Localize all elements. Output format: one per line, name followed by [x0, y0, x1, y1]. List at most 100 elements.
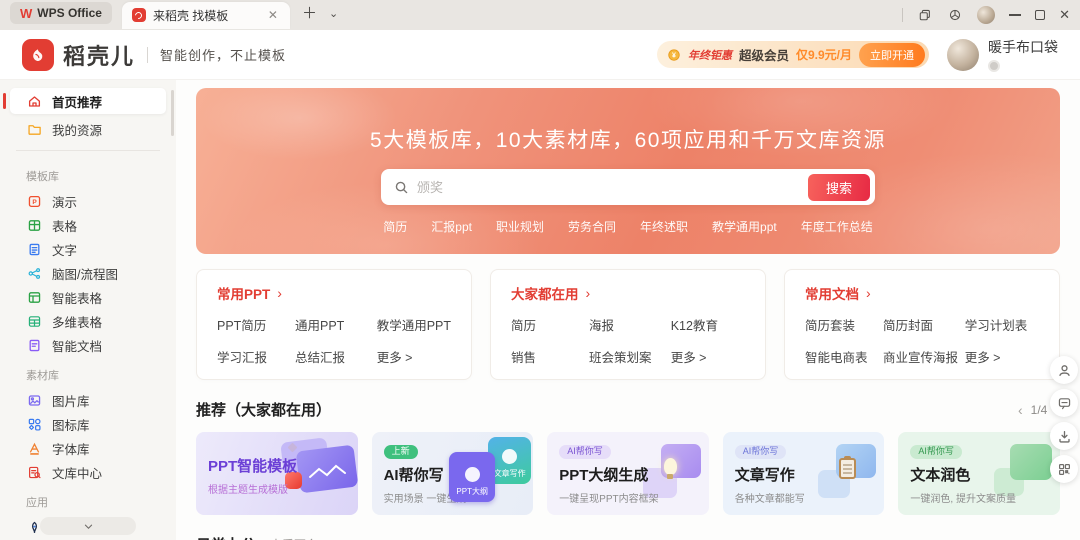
floating-toolbar: [1050, 356, 1078, 483]
new-tab-button[interactable]: ＋: [302, 0, 317, 29]
pager-prev-icon[interactable]: ‹: [1018, 402, 1023, 418]
chevron-right-icon: ›: [277, 285, 282, 301]
svg-text:¥: ¥: [672, 52, 676, 59]
recommend-title: 推荐（大家都在用）: [196, 399, 331, 420]
feedback-icon: [1057, 396, 1072, 411]
sidebar-item-multi-sheet[interactable]: 多维表格: [10, 310, 166, 333]
category-link[interactable]: 总结汇报: [295, 347, 377, 366]
hot-word[interactable]: 职业规划: [496, 218, 544, 235]
category-link[interactable]: 智能电商表: [805, 347, 883, 366]
card-text-polish[interactable]: AI帮你写 文本润色 一键润色, 提升文案质量: [898, 432, 1060, 515]
sidebar-item-font-library[interactable]: 字体库: [10, 437, 166, 460]
tab-close-icon[interactable]: ✕: [266, 8, 280, 22]
user-account[interactable]: 暖手布口袋: [947, 37, 1058, 72]
pager-prev-icon[interactable]: ‹: [1018, 537, 1023, 540]
quick-card-common-docs: 常用文档 › 简历套装 简历封面 学习计划表 智能电商表 商业宣传海报 更多 >: [784, 269, 1060, 380]
pager-next-icon[interactable]: ›: [1055, 537, 1060, 540]
feedback-button[interactable]: [1050, 389, 1078, 417]
card-ai-write[interactable]: 上新 AI帮你写 实用场景 一键生成 文章写作 PPT大纲: [372, 432, 534, 515]
category-link[interactable]: 海报: [589, 315, 671, 334]
sidebar-item-spreadsheet[interactable]: 表格: [10, 214, 166, 237]
category-link[interactable]: 通用PPT: [295, 315, 377, 334]
download-button[interactable]: [1050, 422, 1078, 450]
category-link[interactable]: PPT简历: [217, 315, 295, 334]
card-article-writing[interactable]: AI帮你写 文章写作 各种文章都能写: [723, 432, 885, 515]
quick-card-title[interactable]: 大家都在用 ›: [511, 283, 745, 303]
daily-see-more-link[interactable]: 查看更多 >: [270, 536, 328, 540]
sidebar-item-label: 首页推荐: [52, 92, 102, 111]
sidebar-expand-button[interactable]: [40, 517, 136, 535]
hot-word[interactable]: 年终述职: [640, 218, 688, 235]
quick-card-title[interactable]: 常用PPT ›: [217, 283, 451, 303]
profile-button[interactable]: [1050, 356, 1078, 384]
docer-tab-icon: [132, 8, 146, 22]
close-button[interactable]: ✕: [1059, 7, 1070, 23]
wps-office-menu-button[interactable]: W WPS Office: [10, 2, 112, 24]
category-link[interactable]: 销售: [511, 347, 589, 366]
tab-docer[interactable]: 来稻壳 找模板 ✕: [122, 2, 290, 29]
maximize-button[interactable]: [1035, 10, 1045, 20]
category-link-more[interactable]: 更多 >: [965, 347, 1039, 366]
sidebar-item-smart-sheet[interactable]: 智能表格: [10, 286, 166, 309]
card-ppt-outline-gen[interactable]: AI帮你写 PPT大纲生成 一键呈现PPT内容框架: [547, 432, 709, 515]
membership-promo-banner[interactable]: ¥ 年终钜惠 超级会员 仅9.9元/月 立即开通: [657, 41, 929, 68]
sidebar-item-document[interactable]: 文字: [10, 238, 166, 261]
member-level-badge: [988, 60, 1000, 72]
card-ppt-smart-template[interactable]: PPT智能模板 根据主题生成模版: [196, 432, 358, 515]
card-title: PPT智能模板: [208, 455, 358, 476]
icon-library-icon: [26, 417, 42, 433]
search-input[interactable]: [417, 180, 808, 195]
search-button[interactable]: 搜索: [808, 174, 870, 201]
sidebar-item-icon-library[interactable]: 图标库: [10, 413, 166, 436]
category-link[interactable]: 学习汇报: [217, 347, 295, 366]
search-bar[interactable]: 搜索: [381, 169, 875, 205]
minimize-button[interactable]: [1009, 14, 1021, 15]
titlebar-divider: [902, 8, 903, 22]
card-subtitle: 一键润色, 提升文案质量: [910, 490, 1060, 505]
new-badge: 上新: [384, 445, 418, 459]
sidebar-item-smart-doc[interactable]: 智能文档: [10, 334, 166, 357]
quick-card-title[interactable]: 常用文档 ›: [805, 283, 1039, 303]
ppt-outline-tile: PPT大纲: [449, 452, 495, 502]
promo-cta-button[interactable]: 立即开通: [859, 43, 925, 67]
sidebar-group-assets: 素材库: [0, 358, 176, 388]
titlebar-avatar[interactable]: [977, 6, 995, 24]
category-link-more[interactable]: 更多 >: [671, 347, 745, 366]
hot-word[interactable]: 教学通用ppt: [712, 218, 777, 235]
sidebar-item-my-resources[interactable]: 我的资源: [10, 116, 166, 142]
quick-category-row: 常用PPT › PPT简历 通用PPT 教学通用PPT 学习汇报 总结汇报 更多…: [196, 269, 1060, 380]
category-link[interactable]: 班会策划案: [589, 347, 671, 366]
mindmap-icon: [26, 266, 42, 282]
category-link-more[interactable]: 更多 >: [377, 347, 451, 366]
sidebar-item-presentation[interactable]: P 演示: [10, 190, 166, 213]
sidebar-item-image-library[interactable]: 图片库: [10, 389, 166, 412]
sidebar-item-label: 演示: [52, 192, 77, 211]
qrcode-button[interactable]: [1050, 455, 1078, 483]
sidebar-item-label: 智能文档: [52, 336, 102, 355]
layout-windows-icon[interactable]: [917, 7, 933, 23]
category-link[interactable]: 学习计划表: [965, 315, 1039, 334]
category-link[interactable]: 简历: [511, 315, 589, 334]
sidebar-item-home-recommend[interactable]: 首页推荐: [10, 88, 166, 114]
recommend-card-row: PPT智能模板 根据主题生成模版 上新 AI帮你写 实用场景 一键生成: [196, 432, 1060, 515]
hot-word[interactable]: 年度工作总结: [801, 218, 873, 235]
hot-word[interactable]: 简历: [383, 218, 407, 235]
hot-word[interactable]: 汇报ppt: [431, 218, 472, 235]
category-link[interactable]: 简历封面: [883, 315, 965, 334]
category-link[interactable]: 商业宣传海报: [883, 347, 965, 366]
category-link[interactable]: 简历套装: [805, 315, 883, 334]
coin-icon: ¥: [667, 48, 681, 62]
category-link[interactable]: 教学通用PPT: [377, 315, 451, 334]
app-header: 稻壳儿 智能创作，不止模板 ¥ 年终钜惠 超级会员 仅9.9元/月 立即开通 暖…: [0, 30, 1080, 80]
sidebar-item-mindmap[interactable]: 脑图/流程图: [10, 262, 166, 285]
recommend-section-header: 推荐（大家都在用） ‹ 1/4 ›: [196, 399, 1060, 420]
user-avatar[interactable]: [947, 39, 979, 71]
smart-doc-icon: [26, 338, 42, 354]
sidebar-item-docs-center[interactable]: 文库中心: [10, 461, 166, 484]
window-titlebar: W WPS Office 来稻壳 找模板 ✕ ＋ ⌄ ✕: [0, 0, 1080, 30]
hot-word[interactable]: 劳务合同: [568, 218, 616, 235]
sidebar-scrollbar[interactable]: [171, 90, 174, 136]
tab-list-dropdown-icon[interactable]: ⌄: [329, 0, 338, 29]
category-link[interactable]: K12教育: [671, 315, 745, 334]
globe-icon[interactable]: [947, 7, 963, 23]
